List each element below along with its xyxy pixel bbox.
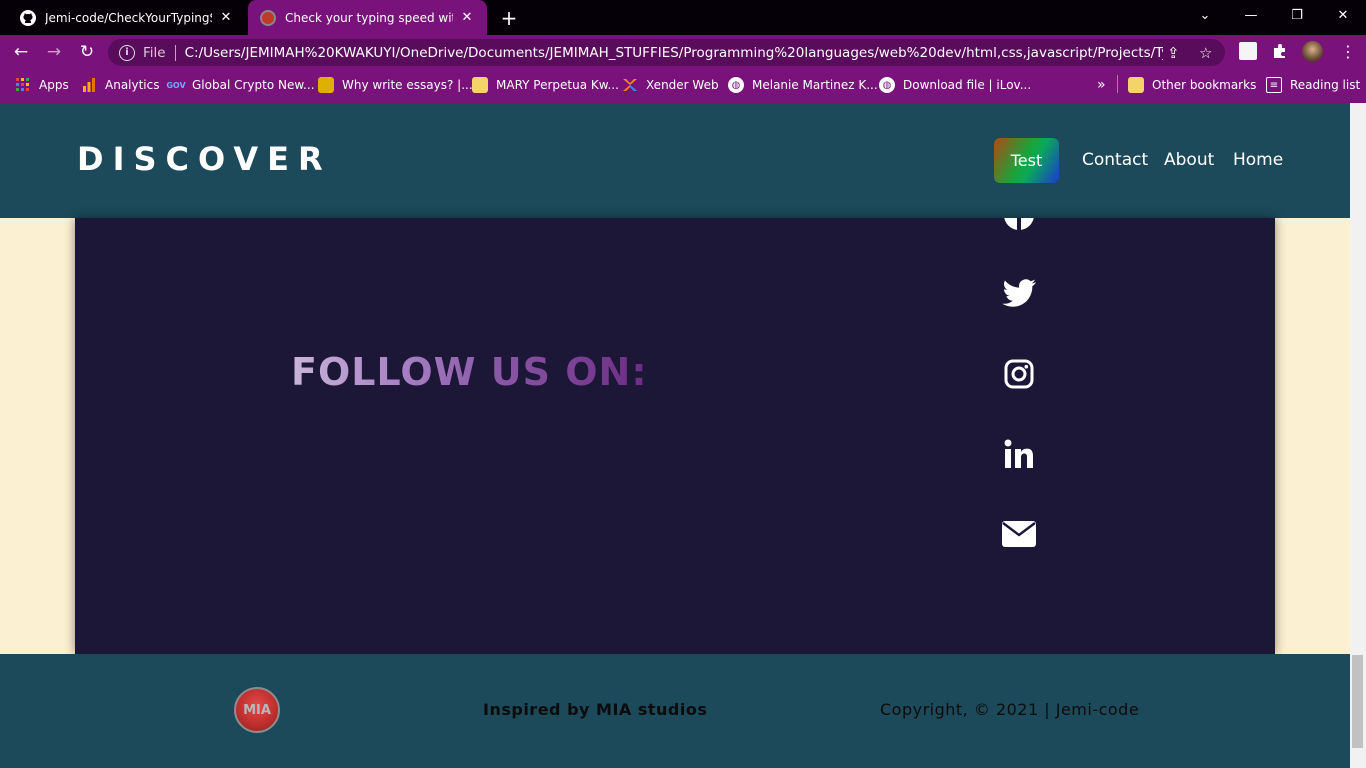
url-text[interactable]: C:/Users/JEMIMAH%20KWAKUYI/OneDrive/Docu… xyxy=(185,45,1163,61)
bookmark-label: Why write essays? |... xyxy=(342,78,473,92)
bookmark-label: Analytics xyxy=(105,78,160,92)
separator xyxy=(174,44,176,61)
bookmark-melanie-martinez[interactable]: ◍ Melanie Martinez K... xyxy=(728,75,878,95)
instagram-icon[interactable] xyxy=(1000,357,1038,391)
tab-github[interactable]: Jemi-code/CheckYourTypingSpee ✕ xyxy=(8,0,246,35)
test-button[interactable]: Test xyxy=(994,138,1059,183)
linkedin-icon[interactable] xyxy=(1000,437,1038,471)
tab-title: Check your typing speed with Jem xyxy=(285,10,453,25)
mail-icon[interactable] xyxy=(1000,517,1038,551)
globe-icon: ◍ xyxy=(879,77,895,93)
address-bar[interactable]: i File C:/Users/JEMIMAH%20KWAKUYI/OneDri… xyxy=(108,39,1225,66)
tab-title: Jemi-code/CheckYourTypingSpee xyxy=(45,10,212,25)
bookmark-why-write-essays[interactable]: Why write essays? |... xyxy=(318,75,473,95)
bookmark-label: MARY Perpetua Kw... xyxy=(496,78,619,92)
bookmarks-overflow-icon[interactable]: » xyxy=(1097,75,1106,95)
mia-logo: MIA xyxy=(234,687,280,733)
bookmark-label: Download file | iLov... xyxy=(903,78,1032,92)
separator xyxy=(1117,75,1118,93)
forward-icon[interactable]: → xyxy=(41,39,67,65)
site-logo[interactable]: DISCOVER xyxy=(77,140,332,178)
bookmark-label: Apps xyxy=(39,78,69,92)
copyright-text: Copyright, © 2021 | Jemi-code xyxy=(880,700,1140,719)
bookmark-apps[interactable]: Apps xyxy=(15,75,69,95)
new-tab-icon[interactable]: + xyxy=(498,6,520,30)
folder-icon xyxy=(1128,77,1144,93)
scheme-label: File xyxy=(143,44,166,61)
loom-extension-icon[interactable] xyxy=(1239,42,1257,60)
xender-icon xyxy=(622,77,638,93)
twitter-icon[interactable] xyxy=(1000,276,1038,310)
analytics-icon xyxy=(81,77,97,93)
profile-avatar[interactable] xyxy=(1302,41,1323,62)
nav-home[interactable]: Home xyxy=(1233,150,1283,170)
gov-icon: GOV xyxy=(166,80,186,90)
folder-icon xyxy=(472,77,488,93)
globe-icon: ◍ xyxy=(728,77,744,93)
info-icon[interactable]: i xyxy=(119,44,135,61)
follow-panel xyxy=(75,218,1275,654)
inspired-by-text: Inspired by MIA studios xyxy=(483,700,708,719)
minimize-icon[interactable]: — xyxy=(1228,0,1274,30)
tab-typing-speed[interactable]: Check your typing speed with Jem ✕ xyxy=(248,0,487,35)
bookmark-global-crypto[interactable]: GOV Global Crypto New... xyxy=(166,75,315,95)
bookmark-download-file[interactable]: ◍ Download file | iLov... xyxy=(879,75,1031,95)
apps-grid-icon xyxy=(15,77,31,93)
bookmark-label: Melanie Martinez K... xyxy=(752,78,878,92)
scrollbar-thumb[interactable] xyxy=(1352,655,1363,748)
restore-icon[interactable]: ❐ xyxy=(1274,0,1320,30)
bookmark-mary-perpetua[interactable]: MARY Perpetua Kw... xyxy=(472,75,619,95)
bookmark-label: Xender Web xyxy=(646,78,719,92)
site-favicon-icon xyxy=(260,9,276,26)
facebook-icon[interactable] xyxy=(1000,218,1038,232)
bookmark-label: Reading list xyxy=(1290,78,1361,92)
bookmark-xender-web[interactable]: Xender Web xyxy=(622,75,719,95)
extensions-puzzle-icon[interactable] xyxy=(1271,42,1289,60)
reload-icon[interactable]: ↻ xyxy=(74,39,100,65)
bookmark-label: Other bookmarks xyxy=(1152,78,1257,92)
bookmark-other[interactable]: Other bookmarks xyxy=(1128,75,1256,95)
close-window-icon[interactable]: ✕ xyxy=(1320,0,1366,30)
bookmark-star-icon[interactable]: ☆ xyxy=(1199,44,1212,62)
nav-about[interactable]: About xyxy=(1164,150,1214,170)
follow-us-heading: FOLLOW US ON: xyxy=(291,350,648,394)
bookmark-label: Global Crypto New... xyxy=(192,78,315,92)
back-icon[interactable]: ← xyxy=(8,39,34,65)
github-icon xyxy=(20,9,36,26)
reading-list-icon: ≡ xyxy=(1266,77,1282,93)
tab-search-icon[interactable]: ⌄ xyxy=(1182,0,1228,30)
close-tab-icon[interactable]: ✕ xyxy=(459,10,475,25)
essay-icon xyxy=(318,77,334,93)
share-icon[interactable]: ⇪ xyxy=(1167,44,1180,62)
nav-contact[interactable]: Contact xyxy=(1082,150,1148,170)
menu-icon[interactable]: ⋮ xyxy=(1340,42,1356,61)
bookmark-analytics[interactable]: Analytics xyxy=(81,75,160,95)
reading-list[interactable]: ≡ Reading list xyxy=(1266,75,1360,95)
close-tab-icon[interactable]: ✕ xyxy=(218,10,234,25)
